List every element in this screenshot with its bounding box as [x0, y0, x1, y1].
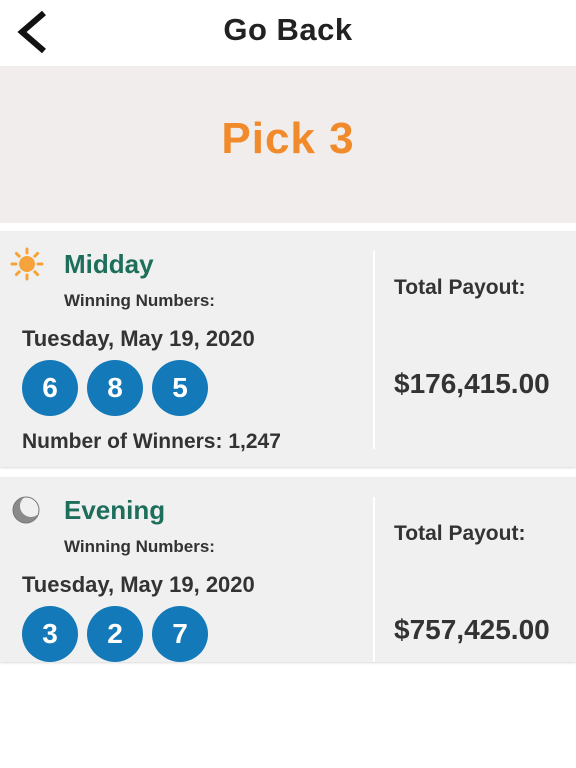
draw-date: Tuesday, May 19, 2020: [22, 326, 255, 351]
winning-numbers-label: Winning Numbers:: [64, 291, 215, 310]
number-of-winners: Number of Winners: 1,247: [22, 430, 281, 453]
draw-name: Midday: [64, 249, 154, 279]
draw-date: Tuesday, May 19, 2020: [22, 572, 255, 597]
card-divider: [373, 251, 375, 449]
total-payout-label: Total Payout:: [394, 276, 526, 299]
draw-card-evening: Evening Winning Numbers: Tuesday, May 19…: [0, 477, 576, 662]
game-title: Pick 3: [221, 114, 355, 163]
winning-numbers-label: Winning Numbers:: [64, 537, 215, 556]
header-title[interactable]: Go Back: [0, 12, 576, 48]
moon-icon: [10, 493, 44, 527]
number-ball: 5: [152, 360, 208, 416]
total-payout-label: Total Payout:: [394, 522, 526, 545]
header: Go Back: [0, 0, 576, 64]
draw-name: Evening: [64, 495, 166, 525]
game-banner: Pick 3: [0, 66, 576, 223]
number-ball: 2: [87, 606, 143, 662]
draw-card-midday: Midday Winning Numbers: Tuesday, May 19,…: [0, 231, 576, 467]
number-ball: 7: [152, 606, 208, 662]
number-ball: 8: [87, 360, 143, 416]
total-payout-value: $176,415.00: [394, 368, 550, 399]
sun-icon: [10, 247, 44, 281]
number-ball: 3: [22, 606, 78, 662]
number-ball: 6: [22, 360, 78, 416]
total-payout-value: $757,425.00: [394, 614, 550, 645]
card-divider: [373, 497, 375, 662]
